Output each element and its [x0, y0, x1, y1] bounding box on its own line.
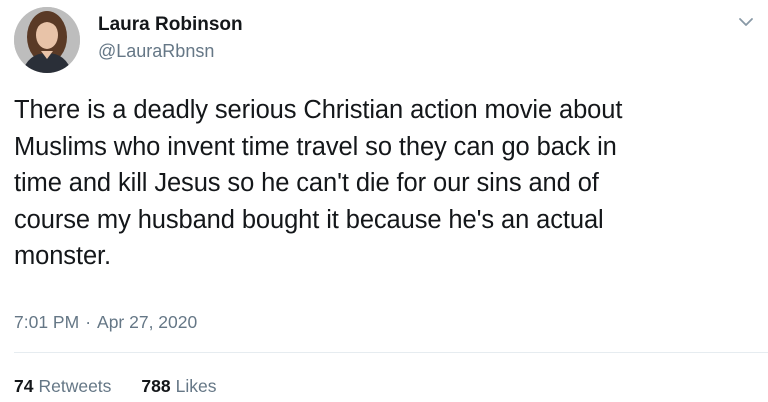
tweet-card: Laura Robinson @LauraRbnsn There is a de…	[0, 0, 768, 402]
user-handle[interactable]: @LauraRbnsn	[98, 39, 243, 63]
timestamp-separator: ·	[85, 312, 92, 332]
retweets-count: 74	[14, 376, 34, 396]
chevron-down-icon[interactable]	[736, 12, 756, 32]
tweet-date: Apr 27, 2020	[97, 312, 198, 332]
tweet-header: Laura Robinson @LauraRbnsn	[14, 7, 243, 73]
tweet-timestamp[interactable]: 7:01 PM · Apr 27, 2020	[14, 312, 197, 333]
likes-count: 788	[141, 376, 171, 396]
profile-photo-icon	[14, 7, 80, 73]
tweet-stats: 74 Retweets 788 Likes	[14, 376, 216, 397]
likes-stat[interactable]: 788 Likes	[141, 376, 216, 397]
tweet-text: There is a deadly serious Christian acti…	[14, 96, 623, 270]
avatar[interactable]	[14, 7, 80, 73]
likes-label: Likes	[175, 376, 217, 396]
divider	[14, 352, 768, 353]
retweets-label: Retweets	[38, 376, 112, 396]
display-name[interactable]: Laura Robinson	[98, 13, 243, 37]
retweets-stat[interactable]: 74 Retweets	[14, 376, 111, 397]
author-names: Laura Robinson @LauraRbnsn	[98, 13, 243, 63]
tweet-time: 7:01 PM	[14, 312, 80, 332]
